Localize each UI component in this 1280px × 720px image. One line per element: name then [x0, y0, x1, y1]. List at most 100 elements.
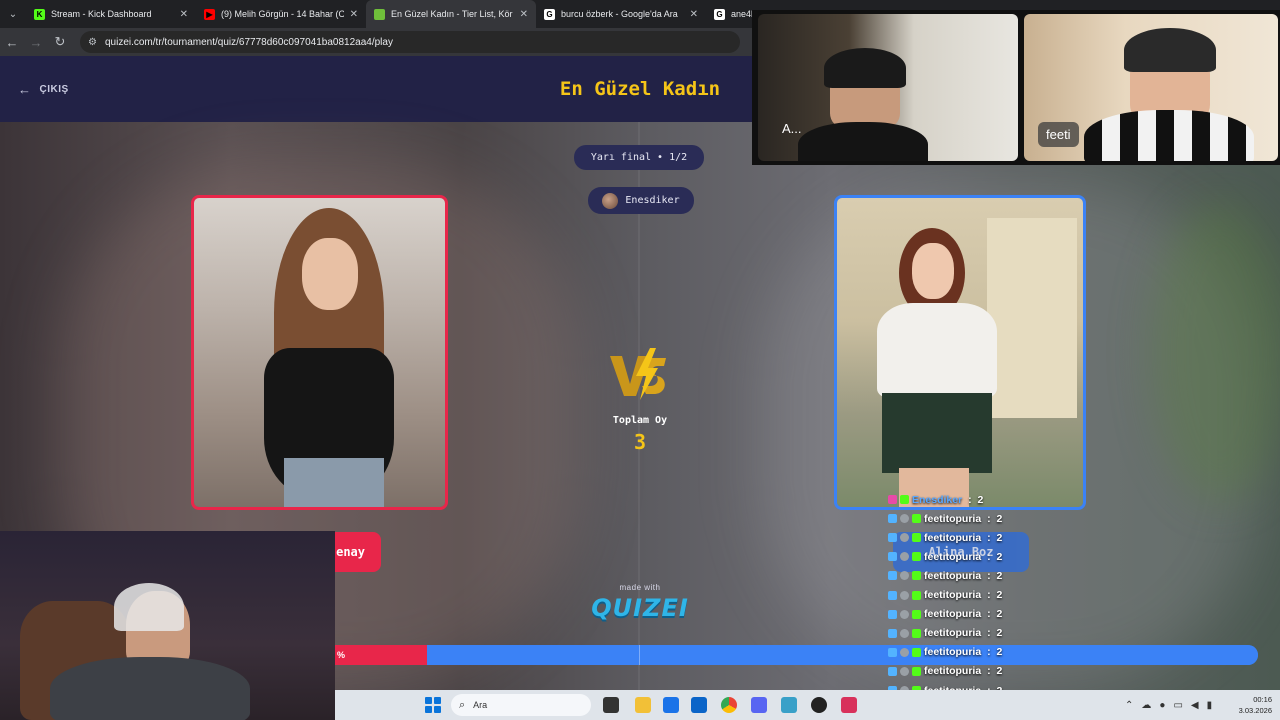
- badge-icon: [888, 590, 897, 600]
- right-option-card[interactable]: [834, 195, 1086, 510]
- volume-icon[interactable]: ◀: [1191, 700, 1199, 711]
- chat-message: Enesdiker : 2: [888, 490, 983, 509]
- vote-bar-left: %: [335, 645, 428, 665]
- tab-close-icon[interactable]: ✕: [690, 9, 698, 20]
- badge-icon: [900, 609, 909, 619]
- browser-tab[interactable]: ▶ (9) Melih Görgün - 14 Bahar (O ✕: [196, 0, 366, 28]
- left-option-card[interactable]: [191, 195, 448, 510]
- badge-icon: [900, 514, 909, 524]
- chat-message: feetitopuria : 2: [888, 528, 1002, 547]
- file-explorer-icon[interactable]: [635, 697, 651, 713]
- app-icon[interactable]: [841, 697, 857, 713]
- cloud-icon[interactable]: ☁: [1141, 700, 1151, 711]
- exit-button[interactable]: ← ÇIKIŞ: [18, 82, 69, 97]
- arrow-left-icon: ←: [18, 82, 32, 97]
- chat-text: 2: [996, 608, 1003, 621]
- discord-icon[interactable]: [751, 697, 767, 713]
- webcam-panel-right: feeti: [1024, 14, 1278, 161]
- store-icon[interactable]: [663, 697, 679, 713]
- tab-favicon-icon: ▶: [204, 8, 215, 20]
- badge-icon: [888, 666, 897, 676]
- left-option-photo: [194, 198, 445, 507]
- made-with-label: made with: [619, 583, 661, 592]
- badge-icon: [912, 590, 921, 600]
- chat-text: 2: [996, 665, 1003, 678]
- reload-icon[interactable]: ↻: [48, 34, 72, 50]
- chat-message: feetitopuria : 2: [888, 566, 1002, 585]
- tab-title: Stream - Kick Dashboard: [51, 9, 152, 19]
- taskview-icon[interactable]: [603, 697, 619, 713]
- network-icon[interactable]: ▭: [1173, 700, 1182, 711]
- chat-username: feetitopuria: [924, 550, 982, 563]
- taskbar-search[interactable]: ⌕ Ara: [451, 694, 591, 716]
- chat-text: 2: [996, 531, 1003, 544]
- tab-title: En Güzel Kadın - Tier List, Kör S: [391, 9, 514, 19]
- chat-separator: :: [984, 512, 994, 525]
- chat-username: Enesdiker: [912, 493, 963, 506]
- badge-icon: [912, 609, 921, 619]
- chat-username: feetitopuria: [924, 589, 982, 601]
- browser-tab[interactable]: En Güzel Kadın - Tier List, Kör S ✕: [366, 0, 536, 28]
- vote-bar-left-percent: %: [337, 650, 346, 660]
- mic-icon[interactable]: ●: [1159, 700, 1165, 711]
- badge-icon: [912, 514, 921, 524]
- clock-date: 3.03.2026: [1238, 706, 1272, 715]
- quizei-logo[interactable]: QUIZEI: [560, 594, 720, 622]
- total-votes-label: Toplam Oy: [612, 415, 668, 426]
- outlook-icon[interactable]: [691, 697, 707, 713]
- chat-text: 2: [977, 493, 984, 506]
- chat-text: 2: [996, 646, 1003, 659]
- tab-search-chevron-icon[interactable]: ⌄: [0, 0, 26, 28]
- tab-title: (9) Melih Görgün - 14 Bahar (O: [221, 9, 344, 19]
- tab-close-icon[interactable]: ✕: [520, 9, 528, 20]
- notepad-icon[interactable]: [781, 697, 797, 713]
- round-badge: Yarı final • 1/2: [574, 145, 704, 170]
- site-info-icon[interactable]: ⚙: [88, 37, 97, 48]
- battery-icon[interactable]: ▮: [1207, 700, 1213, 711]
- back-arrow-icon[interactable]: ←: [0, 35, 24, 50]
- taskbar-clock[interactable]: 00:16 3.03.2026: [1239, 694, 1272, 716]
- badge-icon: [900, 666, 909, 676]
- tab-close-icon[interactable]: ✕: [350, 9, 358, 20]
- chat-separator: :: [984, 531, 994, 544]
- chat-separator: :: [984, 608, 994, 621]
- webcam-headset: [114, 583, 184, 631]
- forward-arrow-icon[interactable]: →: [24, 35, 48, 50]
- badge-icon: [888, 628, 897, 638]
- badge-icon: [888, 609, 897, 619]
- creator-badge[interactable]: Enesdiker: [588, 187, 694, 214]
- badge-icon: [900, 495, 909, 504]
- badge-icon: [888, 571, 897, 581]
- windows-start-icon[interactable]: [425, 697, 441, 713]
- total-votes-value: 3: [633, 430, 647, 454]
- badge-icon: [888, 533, 897, 543]
- browser-tab[interactable]: Gburcu özberk - Google'da Ara ✕: [536, 0, 706, 28]
- badge-icon: [900, 590, 909, 600]
- webcam-panel-left: A...: [758, 14, 1018, 161]
- clock-time: 00:16: [1253, 695, 1272, 704]
- exit-label: ÇIKIŞ: [39, 84, 69, 95]
- creator-name: Enesdiker: [625, 195, 680, 206]
- chevron-up-icon[interactable]: ⌃: [1125, 700, 1133, 711]
- browser-tab[interactable]: K Stream - Kick Dashboard ✕: [26, 0, 196, 28]
- chrome-icon[interactable]: [721, 697, 737, 713]
- tab-close-icon[interactable]: ✕: [180, 9, 188, 20]
- chat-message: feetitopuria : 2: [888, 662, 1002, 681]
- tab-title: burcu özberk - Google'da Ara: [561, 9, 678, 19]
- photo-skirt: [882, 393, 992, 473]
- tab-favicon-icon: [374, 8, 385, 20]
- address-bar[interactable]: ⚙ quizei.com/tr/tournament/quiz/67778d60…: [80, 31, 740, 53]
- photo-jeans: [284, 458, 384, 507]
- badge-icon: [900, 628, 909, 638]
- webcam-headset: [1124, 28, 1216, 72]
- screen: ⌄ K Stream - Kick Dashboard ✕ ▶ (9) Melih Gö…: [0, 0, 1280, 720]
- badge-icon: [912, 628, 921, 638]
- obs-icon[interactable]: [811, 697, 827, 713]
- badge-icon: [888, 647, 897, 657]
- webcam-left-label: A...: [782, 121, 802, 136]
- webcam-shirt: [50, 657, 250, 720]
- chat-text: 2: [996, 589, 1003, 601]
- chat-message: feetitopuria : 2: [888, 605, 1002, 624]
- chat-text: 2: [996, 569, 1003, 582]
- tab-favicon-icon: K: [34, 8, 45, 20]
